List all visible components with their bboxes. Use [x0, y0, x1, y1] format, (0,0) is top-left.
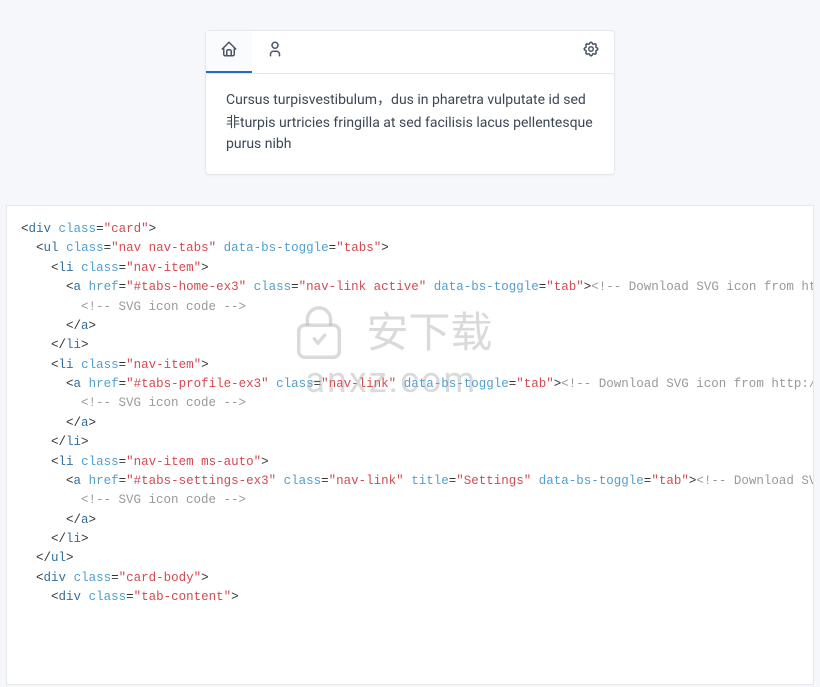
code-line: <!-- SVG icon code --> [21, 298, 813, 317]
tab-home[interactable] [206, 31, 252, 73]
code-panel: <div class="card"> <ul class="nav nav-ta… [6, 205, 814, 685]
code-line: </li> [21, 336, 813, 355]
code-line: <li class="nav-item"> [21, 259, 813, 278]
code-line: <li class="nav-item ms-auto"> [21, 453, 813, 472]
tab-settings[interactable] [568, 31, 614, 73]
tab-profile[interactable] [252, 31, 298, 73]
content-text-2: turpis urtricies fringilla at sed facili… [226, 115, 593, 153]
tab-content: Cursus turpisvestibulum，dus in pharetra … [226, 90, 594, 156]
code-line: <div class="card"> [21, 220, 813, 239]
content-han: 非 [226, 114, 240, 130]
card-body: Cursus turpisvestibulum，dus in pharetra … [206, 74, 614, 174]
nav-item-home [206, 31, 252, 73]
nav-item-profile [252, 31, 298, 73]
nav-tabs [206, 31, 614, 74]
user-icon [266, 40, 284, 62]
preview-area: Cursus turpisvestibulum，dus in pharetra … [0, 0, 820, 195]
code-line: <a href="#tabs-home-ex3" class="nav-link… [21, 278, 813, 297]
code-line: </ul> [21, 549, 813, 568]
content-text-1: Cursus turpisvestibulum，dus in pharetra … [226, 92, 586, 108]
card: Cursus turpisvestibulum，dus in pharetra … [205, 30, 615, 175]
code-line: <a href="#tabs-settings-ex3" class="nav-… [21, 472, 813, 491]
code-line: </li> [21, 433, 813, 452]
gear-icon [582, 40, 600, 62]
code-line: <li class="nav-item"> [21, 356, 813, 375]
code-line: <!-- SVG icon code --> [21, 394, 813, 413]
code-line: </a> [21, 414, 813, 433]
code-line: </li> [21, 530, 813, 549]
code-line: <ul class="nav nav-tabs" data-bs-toggle=… [21, 239, 813, 258]
code-line: <a href="#tabs-profile-ex3" class="nav-l… [21, 375, 813, 394]
code-line: </a> [21, 511, 813, 530]
code-line: <div class="tab-content"> [21, 588, 813, 607]
home-icon [220, 40, 238, 62]
nav-item-settings [568, 31, 614, 73]
code-line: </a> [21, 317, 813, 336]
code-line: <div class="card-body"> [21, 569, 813, 588]
code-line: <!-- SVG icon code --> [21, 491, 813, 510]
